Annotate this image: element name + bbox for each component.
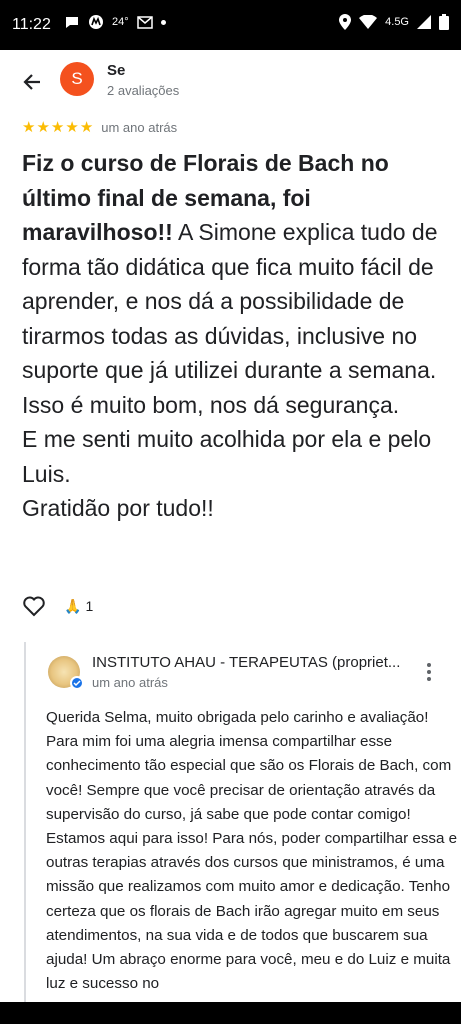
reviewer-name[interactable]: Se [107, 62, 125, 79]
wifi-icon [359, 15, 378, 29]
status-time: 11:22 [12, 16, 51, 33]
star-icon: ★ [79, 119, 94, 136]
reviewer-avatar[interactable]: S [60, 62, 94, 96]
star-rating: ★ ★ ★ ★ ★ [22, 120, 93, 135]
reaction-count: 1 [85, 598, 94, 614]
review-text-rest: A Simone explica tudo de forma tão didát… [22, 219, 438, 521]
star-icon: ★ [36, 119, 50, 136]
star-icon: ★ [22, 119, 36, 136]
back-button[interactable] [18, 68, 46, 96]
message-icon [66, 17, 78, 28]
navigation-bar [0, 1002, 461, 1024]
status-bar: 11:22 24° 4.5G [0, 0, 461, 50]
review-actions: 🙏 1 [22, 594, 93, 618]
signal-icon [417, 15, 431, 29]
network-type: 4.5G [385, 16, 409, 28]
owner-name[interactable]: INSTITUTO AHAU - TERAPEUTAS (propriet... [92, 654, 400, 671]
review-time: um ano atrás [101, 120, 178, 135]
owner-reply: INSTITUTO AHAU - TERAPEUTAS (propriet...… [24, 642, 461, 1002]
reviewer-review-count: 2 avaliações [107, 83, 180, 98]
more-options-icon[interactable] [420, 660, 438, 684]
owner-reply-time: um ano atrás [92, 675, 168, 690]
gmail-icon [136, 16, 153, 29]
rating-row: ★ ★ ★ ★ ★ um ano atrás [22, 120, 177, 135]
reaction-button[interactable]: 🙏 1 [64, 598, 93, 615]
notification-dot [160, 19, 166, 25]
owner-reply-text: Querida Selma, muito obrigada pelo carin… [46, 709, 461, 993]
battery-icon [439, 14, 449, 30]
heart-icon[interactable] [22, 594, 46, 618]
pray-emoji-icon: 🙏 [64, 597, 82, 614]
temperature: 24° [112, 16, 129, 28]
back-arrow-icon [23, 74, 40, 90]
review-text: Fiz o curso de Florais de Bach no último… [22, 146, 447, 526]
location-icon [339, 14, 352, 30]
verified-badge-icon [70, 676, 84, 690]
review-header: S Se 2 avaliações [0, 58, 461, 104]
motorola-icon [89, 15, 103, 29]
star-icon: ★ [65, 119, 79, 136]
star-icon: ★ [50, 119, 65, 136]
